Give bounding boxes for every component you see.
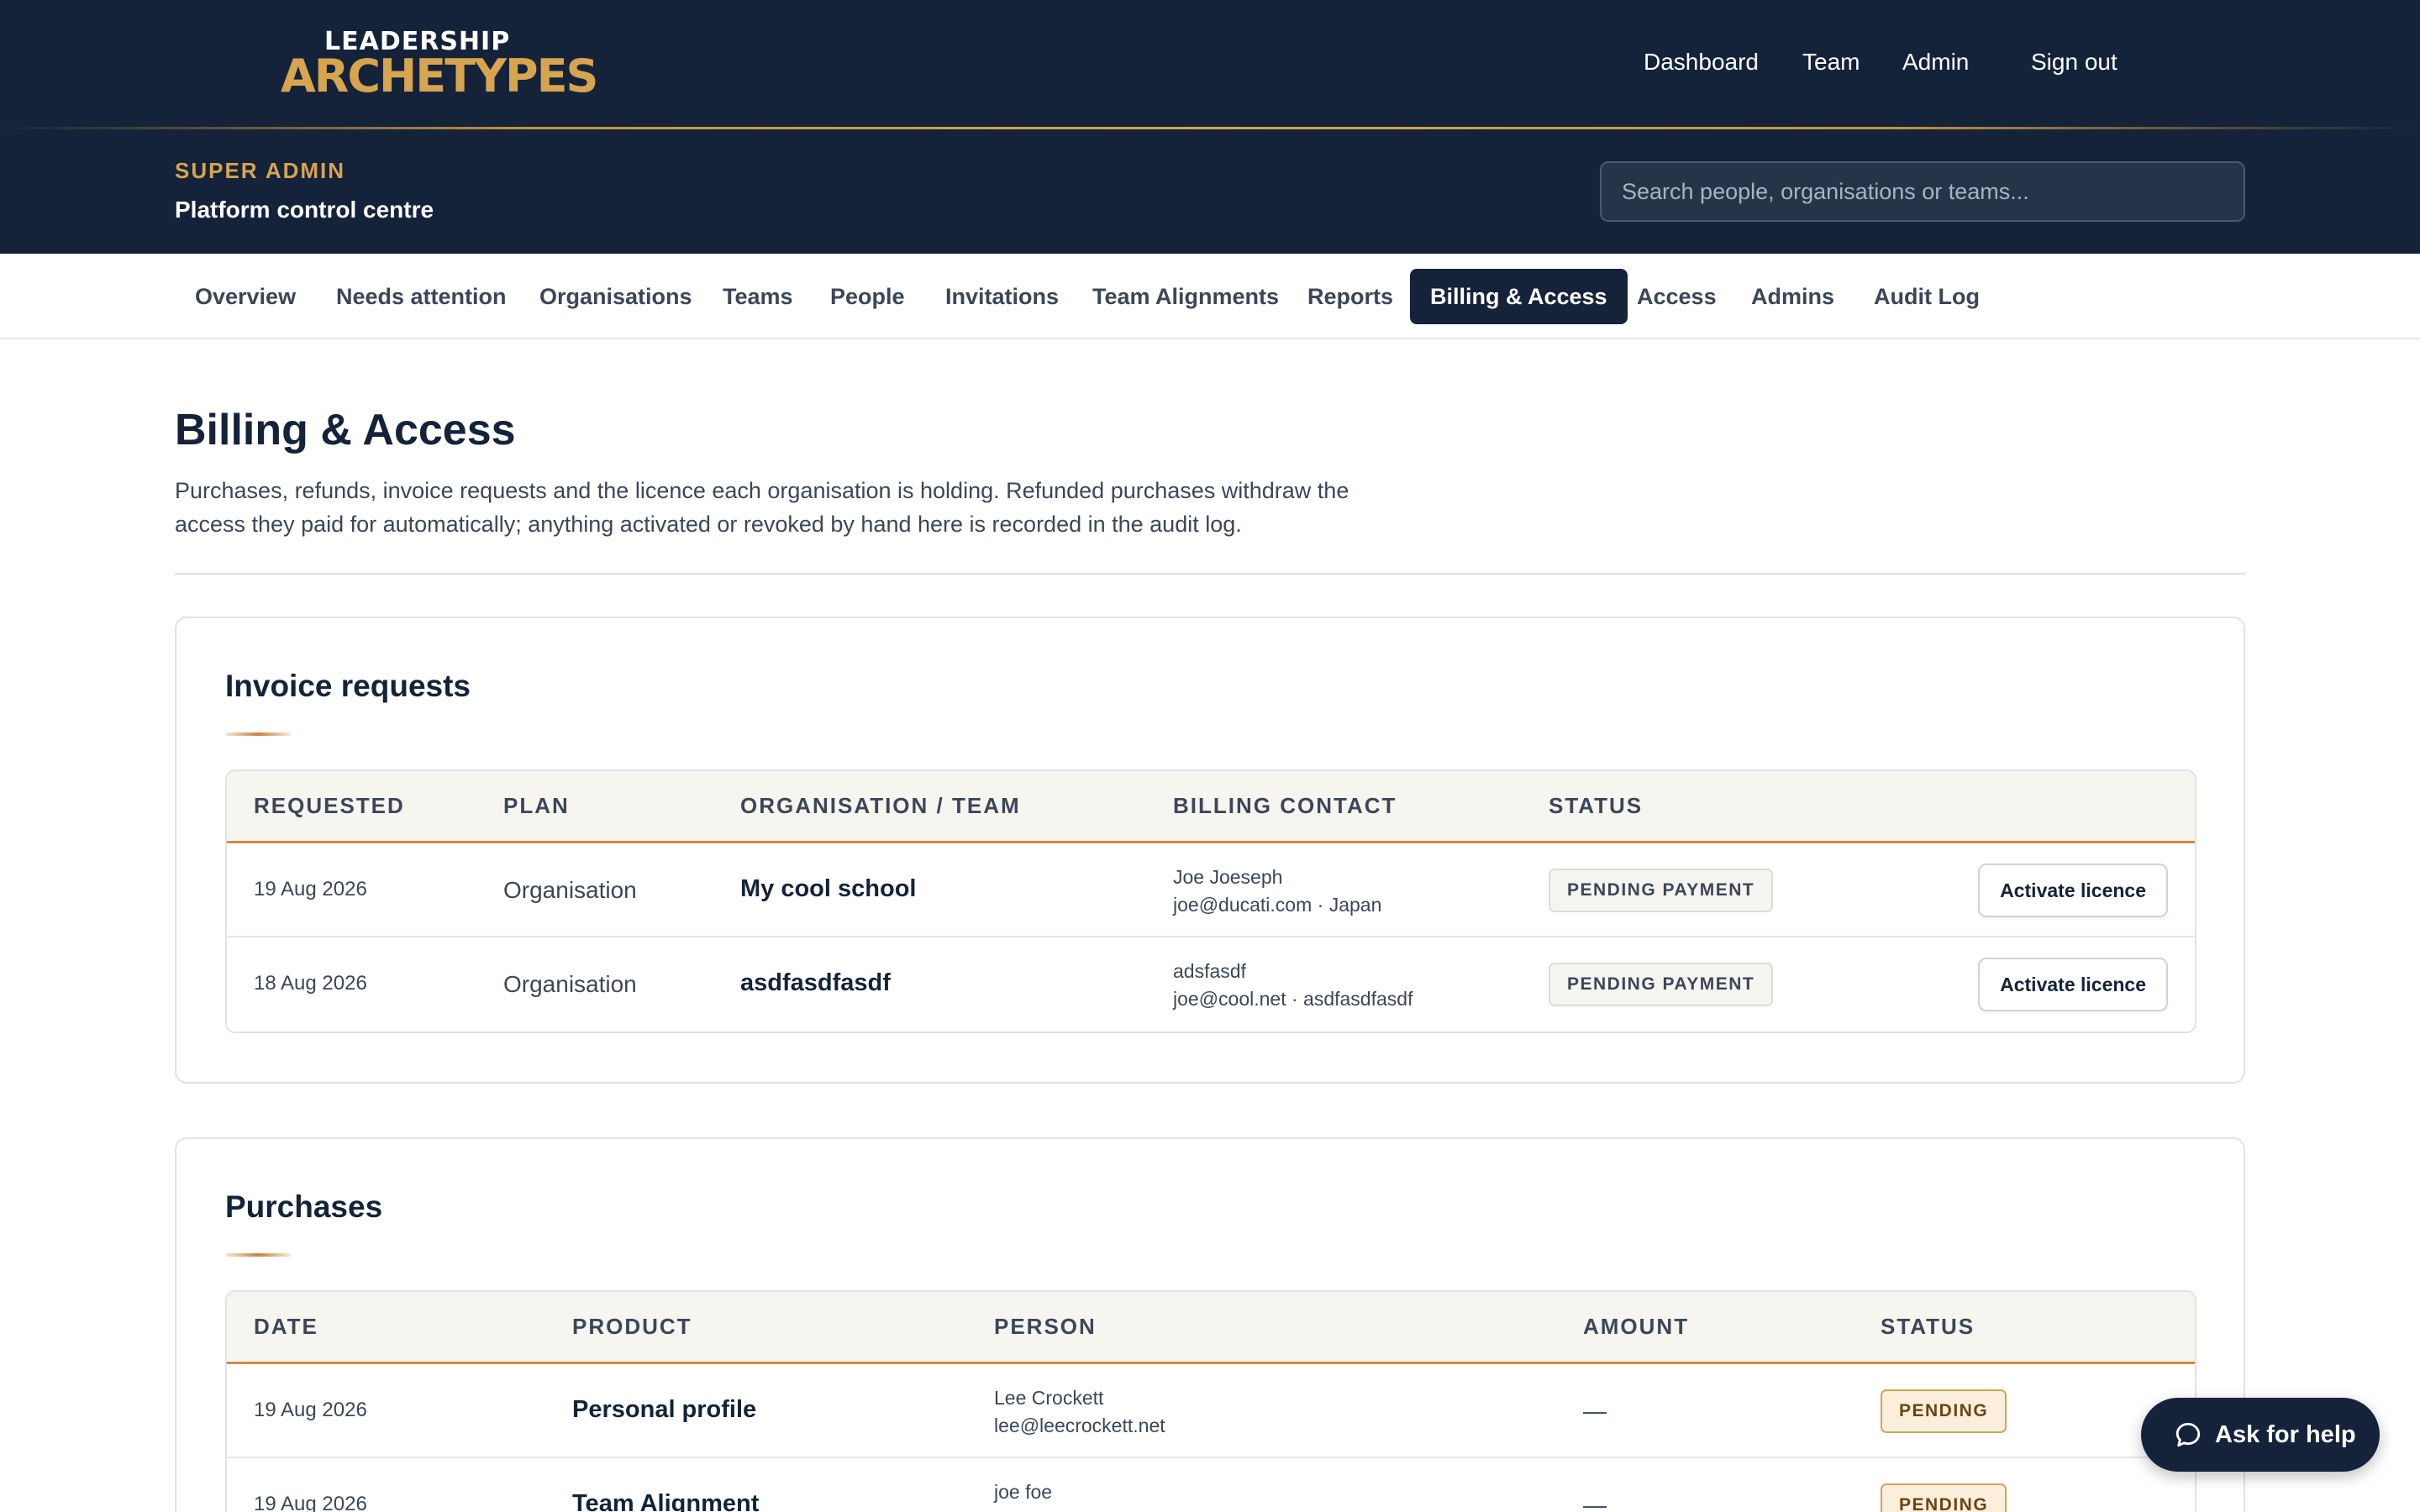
card-title: Purchases (225, 1189, 383, 1224)
table-header: DATE PRODUCT PERSON AMOUNT STATUS (227, 1292, 2195, 1364)
product-name: Team Alignment (572, 1490, 760, 1512)
header-divider (0, 127, 2420, 129)
invoice-requests-table: REQUESTED PLAN ORGANISATION / TEAM BILLI… (225, 769, 2196, 1033)
contact-name: Joe Joeseph (1173, 866, 1283, 888)
col-plan: PLAN (503, 793, 570, 818)
tab-people[interactable]: People (810, 269, 925, 324)
status-badge: PENDING (1881, 1389, 2007, 1433)
tab-organisations[interactable]: Organisations (519, 269, 713, 324)
col-amount: AMOUNT (1583, 1314, 1690, 1339)
nav-dashboard-link[interactable]: Dashboard (1644, 49, 1759, 76)
role-label: SUPER ADMIN (175, 158, 346, 183)
col-product: PRODUCT (572, 1314, 692, 1339)
status-badge: PENDING PAYMENT (1549, 869, 1774, 912)
title-accent-line (225, 732, 291, 736)
tab-teams[interactable]: Teams (702, 269, 813, 324)
table-row: 18 Aug 2026 Organisation asdfasdfasdf ad… (227, 937, 2195, 1032)
billing-contact: adsfasdf joe@cool.net · asdfasdfasdf (1173, 958, 1413, 1013)
product-name: Personal profile (572, 1396, 757, 1423)
tab-access[interactable]: Access (1617, 269, 1737, 324)
col-requested: REQUESTED (254, 793, 405, 818)
tab-team-alignments[interactable]: Team Alignments (1072, 269, 1299, 324)
purchases-card: Purchases DATE PRODUCT PERSON AMOUNT STA… (175, 1137, 2245, 1512)
tab-audit-log[interactable]: Audit Log (1854, 269, 2000, 324)
col-organisation-team: ORGANISATION / TEAM (740, 793, 1021, 818)
plan-value: Organisation (503, 877, 637, 903)
table-row: 19 Aug 2026 Personal profile Lee Crocket… (227, 1364, 2195, 1458)
contact-detail: joe@cool.net · asdfasdfasdf (1173, 988, 1413, 1010)
col-date: DATE (254, 1314, 318, 1339)
amount-value: — (1583, 1398, 1607, 1424)
tab-reports[interactable]: Reports (1287, 269, 1413, 324)
logo-line2: ARCHETYPES (281, 50, 598, 102)
brand-logo[interactable]: LEADERSHIP ARCHETYPES (281, 25, 598, 101)
person-name: Lee Crockett (994, 1387, 1104, 1409)
activate-licence-button[interactable]: Activate licence (1978, 864, 2168, 917)
status-badge: PENDING (1881, 1483, 2007, 1512)
amount-value: — (1583, 1492, 1607, 1512)
page-description: Purchases, refunds, invoice requests and… (175, 478, 1349, 537)
table-row: 19 Aug 2026 Team Alignment joe foe — PEN… (227, 1458, 2195, 1512)
status-badge: PENDING PAYMENT (1549, 963, 1774, 1006)
card-title: Invoice requests (225, 669, 471, 703)
contact-name: adsfasdf (1173, 960, 1246, 982)
role-subtitle: Platform control centre (175, 197, 434, 223)
invoice-requests-card: Invoice requests REQUESTED PLAN ORGANISA… (175, 617, 2245, 1084)
title-accent-line (225, 1253, 291, 1257)
person-info: joe foe (994, 1478, 1052, 1506)
help-label: Ask for help (2215, 1421, 2356, 1448)
chat-bubble-icon (2175, 1422, 2201, 1447)
contact-detail: joe@ducati.com · Japan (1173, 894, 1382, 916)
organisation-name: My cool school (740, 875, 917, 902)
purchase-date: 19 Aug 2026 (254, 1493, 367, 1512)
top-header: LEADERSHIP ARCHETYPES Dashboard Team Adm… (0, 0, 2420, 254)
activate-licence-button[interactable]: Activate licence (1978, 958, 2168, 1011)
search-input[interactable] (1600, 161, 2245, 222)
page-title: Billing & Access (175, 406, 516, 454)
sign-out-link[interactable]: Sign out (2031, 49, 2118, 76)
col-person: PERSON (994, 1314, 1097, 1339)
person-info: Lee Crockett lee@leecrockett.net (994, 1384, 1165, 1440)
purchase-date: 19 Aug 2026 (254, 1399, 367, 1421)
admin-tab-bar: Overview Needs attention Organisations T… (0, 254, 2420, 339)
nav-admin-link[interactable]: Admin (1902, 49, 1969, 76)
tab-invitations[interactable]: Invitations (925, 269, 1079, 324)
person-email: lee@leecrockett.net (994, 1415, 1165, 1436)
table-row: 19 Aug 2026 Organisation My cool school … (227, 843, 2195, 937)
section-divider (175, 573, 2245, 575)
nav-team-link[interactable]: Team (1802, 49, 1860, 76)
tab-billing-access[interactable]: Billing & Access (1410, 269, 1628, 324)
tab-admins[interactable]: Admins (1731, 269, 1854, 324)
requested-date: 19 Aug 2026 (254, 878, 367, 900)
tab-needs-attention[interactable]: Needs attention (316, 269, 527, 324)
billing-contact: Joe Joeseph joe@ducati.com · Japan (1173, 864, 1381, 919)
table-header: REQUESTED PLAN ORGANISATION / TEAM BILLI… (227, 771, 2195, 843)
col-status: STATUS (1881, 1314, 1975, 1339)
col-billing-contact: BILLING CONTACT (1173, 793, 1397, 818)
requested-date: 18 Aug 2026 (254, 972, 367, 995)
plan-value: Organisation (503, 971, 637, 997)
purchases-table: DATE PRODUCT PERSON AMOUNT STATUS 19 Aug… (225, 1290, 2196, 1512)
ask-for-help-button[interactable]: Ask for help (2141, 1398, 2380, 1472)
col-status: STATUS (1549, 793, 1644, 818)
person-name: joe foe (994, 1481, 1053, 1503)
organisation-name: asdfasdfasdf (740, 969, 891, 996)
tab-overview[interactable]: Overview (175, 269, 316, 324)
